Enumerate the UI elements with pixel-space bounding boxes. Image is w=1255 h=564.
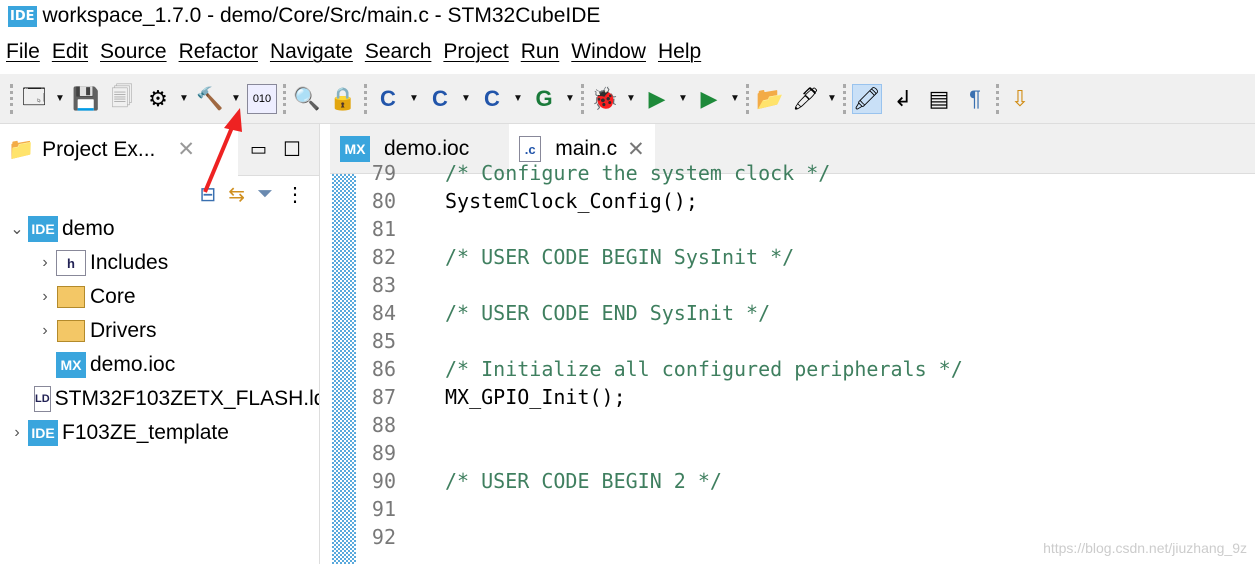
- watermark: https://blog.csdn.net/jiuzhang_9z: [1043, 540, 1247, 556]
- annotation-arrow: [203, 108, 242, 193]
